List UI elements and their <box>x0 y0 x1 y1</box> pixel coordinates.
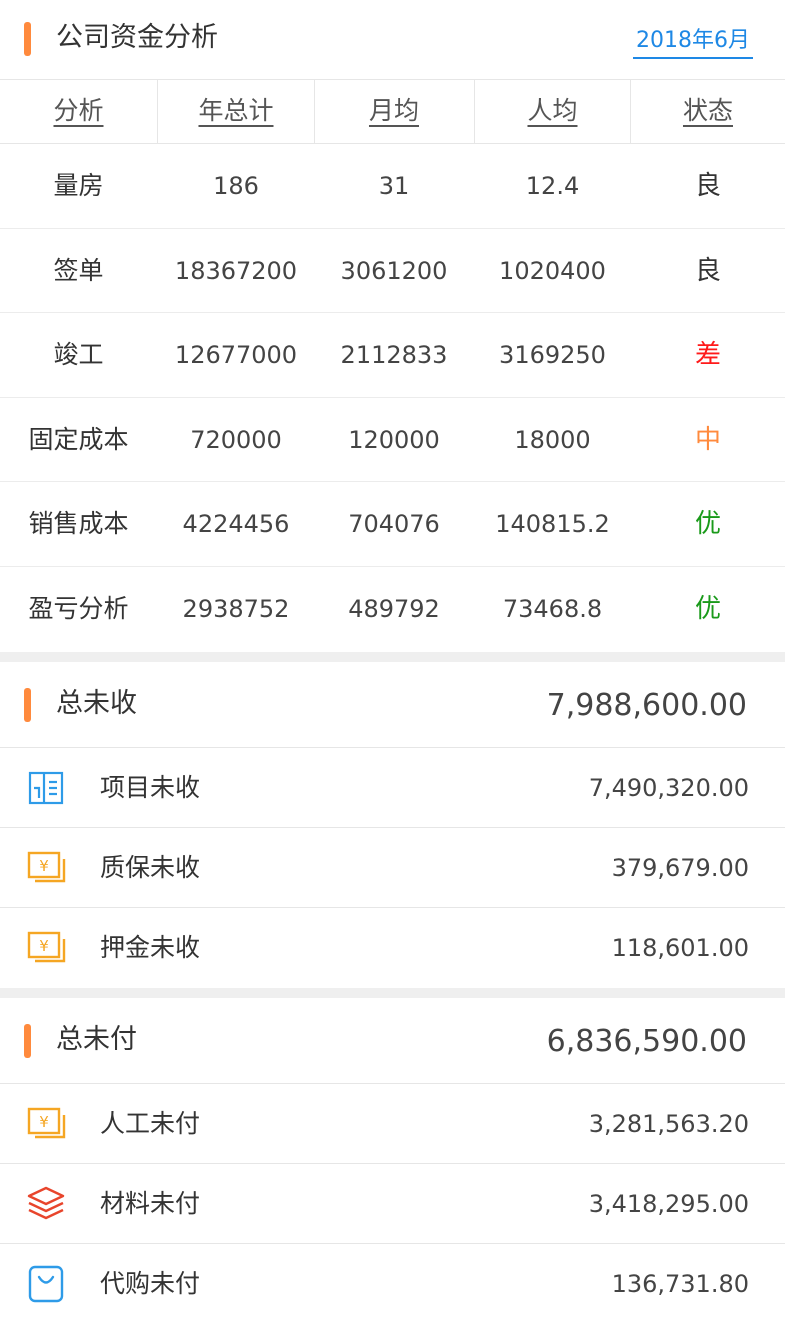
cell-per-person: 3169250 <box>499 341 606 369</box>
yuan-bill-icon: ¥ <box>26 928 66 968</box>
cell-monthly-avg: 2112833 <box>340 341 448 369</box>
svg-text:¥: ¥ <box>39 937 49 955</box>
row-label: 量房 <box>53 171 104 200</box>
payable-header: 总未付 6,836,590.00 <box>0 998 785 1084</box>
table-row[interactable]: 销售成本 4224456 704076 140815.2 优 <box>0 482 785 567</box>
status-badge: 中 <box>694 424 721 455</box>
receivable-header: 总未收 7,988,600.00 <box>0 662 785 748</box>
table-row[interactable]: 固定成本 720000 120000 18000 中 <box>0 398 785 482</box>
cell-year-total: 4224456 <box>182 510 290 538</box>
list-item-label: 人工未付 <box>100 1109 201 1138</box>
list-item-amount: 379,679.00 <box>611 854 749 882</box>
list-item-amount: 7,490,320.00 <box>588 774 749 802</box>
list-item[interactable]: 项目未收 7,490,320.00 <box>0 748 785 828</box>
svg-text:¥: ¥ <box>39 857 49 875</box>
svg-text:¥: ¥ <box>39 1113 49 1131</box>
status-badge: 差 <box>694 340 721 370</box>
accent-bar <box>24 688 31 722</box>
payable-section: 总未付 6,836,590.00 ¥ 人工未付 3,281,563.20 材料未付 3,… <box>0 998 785 1324</box>
list-item-amount: 3,418,295.00 <box>588 1190 749 1218</box>
cell-per-person: 73468.8 <box>502 594 603 623</box>
cell-monthly-avg: 120000 <box>348 425 440 454</box>
list-item[interactable]: 代购未付 136,731.80 <box>0 1244 785 1324</box>
cell-year-total: 720000 <box>190 425 282 454</box>
list-item-label: 材料未付 <box>100 1189 201 1218</box>
list-item-label: 押金未收 <box>100 933 201 962</box>
layers-icon <box>26 1184 66 1224</box>
cell-per-person: 18000 <box>514 425 591 454</box>
cell-monthly-avg: 704076 <box>348 510 440 538</box>
cell-monthly-avg: 489792 <box>348 594 440 623</box>
receivable-list: 项目未收 7,490,320.00 ¥ 质保未收 379,679.00 ¥ 押金未收 118,… <box>0 748 785 988</box>
column-header-status[interactable]: 状态 <box>631 80 785 144</box>
column-header-analysis[interactable]: 分析 <box>0 80 157 144</box>
list-item-amount: 3,281,563.20 <box>588 1110 749 1138</box>
cell-year-total: 12677000 <box>174 341 298 369</box>
receivable-title: 总未收 <box>56 688 137 719</box>
section-divider <box>0 652 785 662</box>
column-header-monthly-avg[interactable]: 月均 <box>315 80 473 144</box>
list-item[interactable]: ¥ 押金未收 118,601.00 <box>0 908 785 988</box>
status-badge: 良 <box>694 255 721 286</box>
analysis-table: 分析 年总计 月均 人均 状态 量房 186 31 12.4 良签单 18367200 30… <box>0 80 785 651</box>
list-item-label: 质保未收 <box>100 853 201 882</box>
table-header: 分析 年总计 月均 人均 状态 <box>0 80 785 144</box>
cell-year-total: 186 <box>213 172 259 200</box>
yuan-bill-icon: ¥ <box>26 1104 66 1144</box>
row-label: 签单 <box>53 255 104 285</box>
payable-list: ¥ 人工未付 3,281,563.20 材料未付 3,418,295.00 代购未付 136… <box>0 1084 785 1324</box>
cell-monthly-avg: 3061200 <box>340 256 448 285</box>
section-divider <box>0 988 785 998</box>
accent-bar <box>24 1024 31 1058</box>
page-title: 公司资金分析 <box>56 22 218 53</box>
list-item[interactable]: 材料未付 3,418,295.00 <box>0 1164 785 1244</box>
table-body: 量房 186 31 12.4 良签单 18367200 3061200 1020400 良竣工 1… <box>0 144 785 651</box>
status-badge: 良 <box>694 171 721 201</box>
list-item-amount: 118,601.00 <box>611 934 749 962</box>
row-label: 销售成本 <box>28 509 129 538</box>
cell-per-person: 1020400 <box>499 256 606 285</box>
cell-per-person: 12.4 <box>525 172 580 200</box>
list-item[interactable]: ¥ 人工未付 3,281,563.20 <box>0 1084 785 1164</box>
shopping-bag-icon <box>26 1264 66 1304</box>
list-item-amount: 136,731.80 <box>611 1270 749 1298</box>
list-item-label: 项目未收 <box>100 773 201 802</box>
project-document-icon <box>26 768 66 808</box>
table-row[interactable]: 盈亏分析 2938752 489792 73468.8 优 <box>0 567 785 652</box>
receivable-total: 7,988,600.00 <box>546 688 747 723</box>
receivable-section: 总未收 7,988,600.00 项目未收 7,490,320.00 ¥ 质保未收 37… <box>0 662 785 988</box>
status-badge: 优 <box>694 509 721 539</box>
cell-year-total: 2938752 <box>182 594 290 623</box>
cell-monthly-avg: 31 <box>378 172 410 200</box>
payable-total: 6,836,590.00 <box>546 1024 747 1059</box>
cell-year-total: 18367200 <box>174 256 298 285</box>
status-badge: 优 <box>694 593 721 624</box>
row-label: 盈亏分析 <box>28 593 129 623</box>
column-header-per-person[interactable]: 人均 <box>475 80 630 144</box>
date-selector-link[interactable]: 2018年6月 <box>633 25 753 59</box>
cell-per-person: 140815.2 <box>495 510 610 538</box>
table-row[interactable]: 量房 186 31 12.4 良 <box>0 144 785 229</box>
column-header-year-total[interactable]: 年总计 <box>158 80 314 144</box>
row-label: 固定成本 <box>28 424 129 454</box>
row-label: 竣工 <box>53 340 104 369</box>
list-item-label: 代购未付 <box>100 1269 201 1298</box>
yuan-bill-icon: ¥ <box>26 848 66 888</box>
accent-bar <box>24 22 31 56</box>
table-row[interactable]: 签单 18367200 3061200 1020400 良 <box>0 229 785 313</box>
payable-title: 总未付 <box>56 1024 137 1055</box>
list-item[interactable]: ¥ 质保未收 379,679.00 <box>0 828 785 908</box>
table-row[interactable]: 竣工 12677000 2112833 3169250 差 <box>0 313 785 398</box>
page-header: 公司资金分析 2018年6月 <box>0 0 785 80</box>
